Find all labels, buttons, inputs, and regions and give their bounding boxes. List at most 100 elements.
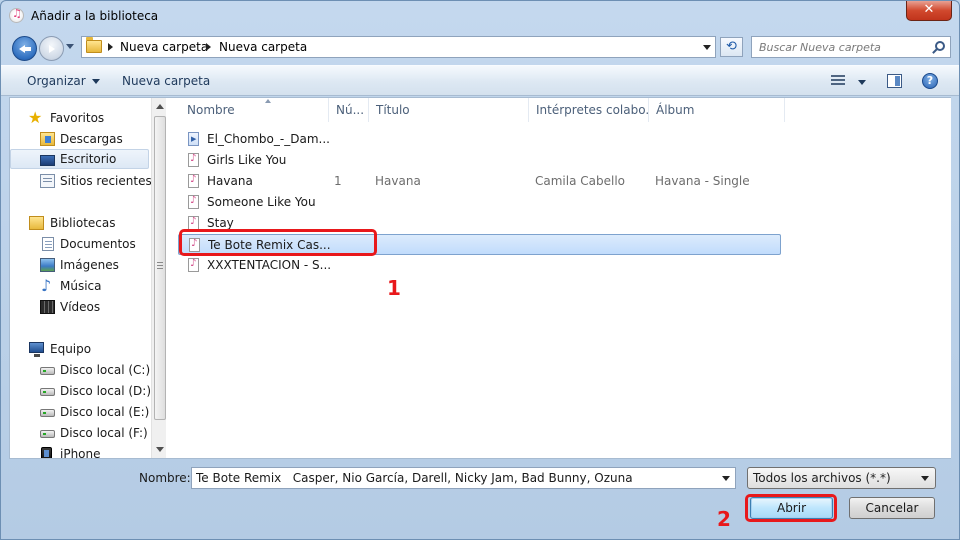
file-name: Girls Like You [207, 153, 287, 167]
track-artist: Camila Cabello [535, 174, 625, 188]
details-view-icon[interactable] [831, 75, 845, 87]
nav-item-desktop[interactable]: Escritorio [10, 149, 149, 169]
music-note-icon [40, 276, 55, 295]
breadcrumb-item-1[interactable]: Nueva carpeta [120, 40, 208, 54]
annotation-number-1: 1 [387, 276, 401, 300]
refresh-icon[interactable]: ⟲ [720, 37, 743, 57]
nav-label: Bibliotecas [50, 216, 116, 230]
open-button[interactable]: Abrir [750, 497, 833, 519]
chevron-down-icon [921, 476, 929, 481]
close-button[interactable]: ✕ [906, 1, 952, 21]
navigation-scrollbar[interactable] [151, 98, 166, 458]
preview-pane-icon[interactable] [887, 74, 902, 88]
forward-arrow-icon[interactable] [39, 36, 64, 61]
table-row[interactable]: El_Chombo_-_Dam... [178, 129, 781, 150]
address-bar[interactable]: Nueva carpeta Nueva carpeta [81, 36, 716, 58]
navigation-pane: Favoritos Descargas Escritorio Sitios re… [10, 98, 166, 458]
scroll-up-icon[interactable] [156, 104, 164, 109]
recent-places-icon [40, 174, 55, 188]
downloads-folder-icon [40, 132, 55, 146]
annotation-number-2: 2 [717, 507, 731, 531]
column-header-artists[interactable]: Intérpretes colabo... [529, 98, 649, 122]
nav-item-iphone[interactable]: iPhone [10, 444, 149, 458]
help-icon[interactable]: ? [922, 73, 938, 89]
search-input[interactable] [752, 37, 928, 57]
document-icon [42, 237, 54, 251]
nav-label: iPhone [60, 447, 101, 458]
file-name-combobox[interactable] [191, 467, 736, 489]
video-film-icon [40, 300, 55, 314]
nav-item-downloads[interactable]: Descargas [10, 129, 149, 149]
file-type-select[interactable]: Todos los archivos (*.*) [747, 467, 936, 489]
search-box[interactable] [751, 36, 951, 58]
file-list: Nombre Nú... Título Intérpretes colabo..… [169, 98, 951, 458]
nav-item-drive-d[interactable]: Disco local (D:) [10, 381, 152, 401]
organize-button[interactable]: Organizar [27, 74, 100, 88]
nav-item-recent-places[interactable]: Sitios recientes [10, 171, 152, 191]
table-row[interactable]: Havana 1 Havana Camila Cabello Havana - … [178, 171, 781, 192]
nav-label: Disco local (D:) [60, 384, 152, 398]
address-dropdown-icon[interactable] [703, 45, 711, 50]
nav-label: Disco local (F:) [60, 426, 148, 440]
table-row[interactable]: Someone Like You [178, 192, 781, 213]
audio-file-icon [188, 153, 199, 167]
nav-item-drive-c[interactable]: Disco local (C:) [10, 360, 151, 380]
file-type-value: Todos los archivos (*.*) [753, 471, 891, 485]
folder-icon [86, 37, 102, 53]
nav-item-videos[interactable]: Vídeos [10, 297, 149, 317]
nav-label: Imágenes [60, 258, 119, 272]
star-icon [28, 108, 43, 127]
file-name: Havana [207, 174, 253, 188]
table-row[interactable]: Girls Like You [178, 150, 781, 171]
sort-ascending-icon [265, 99, 271, 103]
file-name: XXXTENTACION - S... [207, 258, 330, 272]
itunes-icon [9, 7, 24, 23]
recent-pages-chevron-icon[interactable] [66, 44, 74, 49]
file-name-input[interactable] [192, 468, 712, 488]
audio-file-icon [188, 174, 199, 188]
iphone-icon [41, 447, 52, 458]
computer-icon [29, 342, 44, 357]
nav-item-music[interactable]: Música [10, 276, 149, 296]
nav-group-favorites[interactable]: Favoritos [10, 108, 149, 128]
column-header-number[interactable]: Nú... [329, 98, 369, 122]
breadcrumb-item-2[interactable]: Nueva carpeta [219, 40, 307, 54]
column-header-name[interactable]: Nombre [180, 98, 329, 122]
hard-drive-icon [40, 409, 55, 417]
table-row[interactable]: XXXTENTACION - S... [178, 255, 781, 276]
grip-icon [157, 262, 163, 269]
back-arrow-icon[interactable] [12, 36, 37, 61]
view-options-chevron-icon[interactable] [858, 80, 866, 85]
column-header-album[interactable]: Álbum [649, 98, 785, 122]
nav-item-pictures[interactable]: Imágenes [10, 255, 149, 275]
nav-label: Descargas [60, 132, 123, 146]
file-name: Stay [207, 216, 234, 230]
nav-group-computer[interactable]: Equipo [10, 339, 149, 359]
breadcrumb-chevron-icon[interactable] [108, 43, 113, 51]
nav-item-drive-e[interactable]: Disco local (E:) [10, 402, 149, 422]
chevron-down-icon[interactable] [722, 476, 730, 481]
title-bar: Añadir a la biblioteca ✕ [1, 1, 959, 31]
audio-file-icon [188, 216, 199, 230]
nav-label: Disco local (C:) [60, 363, 151, 377]
new-folder-button[interactable]: Nueva carpeta [122, 74, 210, 88]
dialog-window: Añadir a la biblioteca ✕ Nueva carpeta N… [0, 0, 960, 540]
search-icon[interactable] [935, 41, 945, 51]
audio-file-icon [188, 258, 199, 272]
scrollbar-thumb[interactable] [154, 116, 166, 420]
audio-file-icon [188, 195, 199, 209]
file-name-label: Nombre: [139, 471, 191, 485]
breadcrumb-chevron-icon[interactable] [206, 43, 211, 51]
nav-item-documents[interactable]: Documentos [10, 234, 149, 254]
nav-label: Documentos [60, 237, 136, 251]
hard-drive-icon [40, 388, 55, 396]
scroll-down-icon[interactable] [156, 447, 164, 452]
desktop-icon [40, 155, 55, 166]
track-number: 1 [334, 174, 342, 188]
track-title: Havana [375, 174, 421, 188]
nav-item-drive-f[interactable]: Disco local (F:) [10, 423, 149, 443]
nav-group-libraries[interactable]: Bibliotecas [10, 213, 149, 233]
column-header-title[interactable]: Título [369, 98, 529, 122]
cancel-button[interactable]: Cancelar [849, 497, 935, 519]
file-name: Someone Like You [207, 195, 316, 209]
